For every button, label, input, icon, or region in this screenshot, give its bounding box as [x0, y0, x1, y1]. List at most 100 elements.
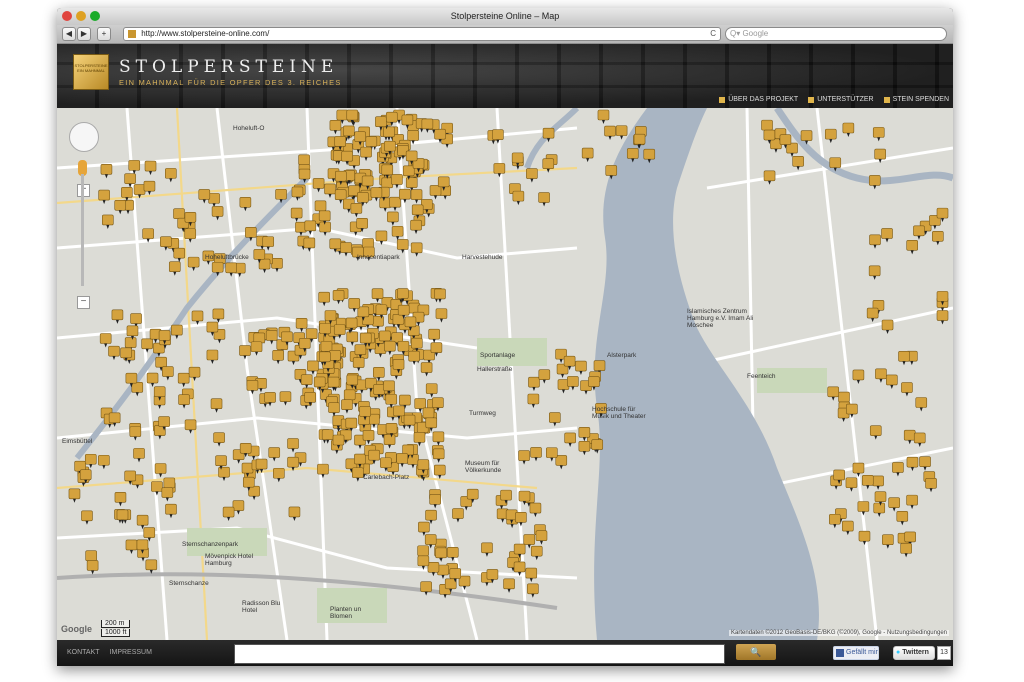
stolperstein-marker[interactable] — [515, 512, 527, 523]
stolperstein-marker[interactable] — [420, 362, 433, 373]
stolperstein-marker[interactable] — [158, 416, 170, 427]
stolperstein-marker[interactable] — [357, 192, 369, 203]
nav-item-about[interactable]: ÜBER DAS PROJEKT — [719, 96, 798, 103]
search-button[interactable]: 🔍 — [736, 644, 776, 660]
stolperstein-marker[interactable] — [184, 228, 197, 240]
stolperstein-marker[interactable] — [141, 338, 153, 350]
stolperstein-marker[interactable] — [341, 150, 353, 162]
stolperstein-marker[interactable] — [332, 289, 345, 301]
stolperstein-marker[interactable] — [396, 453, 408, 464]
stolperstein-marker[interactable] — [866, 307, 879, 319]
stolperstein-marker[interactable] — [936, 207, 949, 219]
stolperstein-marker[interactable] — [187, 256, 200, 268]
stolperstein-marker[interactable] — [381, 177, 394, 189]
stolperstein-marker[interactable] — [334, 189, 347, 201]
stolperstein-marker[interactable] — [868, 175, 881, 186]
stolperstein-marker[interactable] — [133, 448, 145, 459]
stolperstein-marker[interactable] — [846, 403, 858, 415]
stolperstein-marker[interactable] — [335, 170, 347, 182]
forward-button[interactable]: ▶ — [77, 27, 91, 41]
stolperstein-marker[interactable] — [591, 439, 604, 450]
stolperstein-marker[interactable] — [318, 291, 331, 303]
stolperstein-marker[interactable] — [800, 130, 813, 141]
stolperstein-marker[interactable] — [158, 330, 171, 341]
stolperstein-marker[interactable] — [319, 323, 331, 334]
minimize-window-button[interactable] — [76, 11, 86, 21]
stolperstein-marker[interactable] — [380, 457, 392, 469]
stolperstein-marker[interactable] — [160, 236, 172, 248]
stolperstein-marker[interactable] — [354, 453, 366, 465]
stolperstein-marker[interactable] — [124, 337, 137, 348]
stolperstein-marker[interactable] — [575, 360, 587, 372]
stolperstein-marker[interactable] — [466, 488, 479, 500]
stolperstein-marker[interactable] — [421, 118, 434, 130]
stolperstein-marker[interactable] — [492, 129, 504, 140]
stolperstein-marker[interactable] — [829, 157, 842, 168]
stolperstein-marker[interactable] — [526, 168, 538, 179]
stolperstein-marker[interactable] — [413, 432, 426, 443]
stolperstein-marker[interactable] — [295, 317, 308, 329]
stolperstein-marker[interactable] — [188, 366, 201, 378]
stolperstein-marker[interactable] — [410, 219, 422, 231]
stolperstein-marker[interactable] — [763, 129, 776, 141]
stolperstein-marker[interactable] — [352, 467, 364, 479]
stolperstein-marker[interactable] — [346, 374, 359, 386]
stolperstein-marker[interactable] — [384, 340, 396, 352]
browser-search-field[interactable]: Q▾ Google — [725, 27, 947, 41]
stolperstein-marker[interactable] — [265, 330, 278, 341]
stolperstein-marker[interactable] — [452, 508, 464, 519]
stolperstein-marker[interactable] — [433, 464, 446, 476]
stolperstein-marker[interactable] — [239, 443, 252, 454]
stolperstein-marker[interactable] — [429, 494, 441, 505]
stolperstein-marker[interactable] — [906, 494, 918, 506]
stolperstein-marker[interactable] — [128, 160, 141, 171]
stolperstein-marker[interactable] — [125, 539, 138, 551]
stolperstein-marker[interactable] — [392, 314, 405, 325]
stolperstein-marker[interactable] — [881, 228, 893, 239]
stolperstein-marker[interactable] — [173, 208, 185, 219]
stolperstein-marker[interactable] — [845, 477, 858, 489]
footer-link-impressum[interactable]: IMPRESSUM — [110, 649, 152, 656]
stolperstein-marker[interactable] — [329, 120, 342, 131]
stolperstein-marker[interactable] — [111, 309, 124, 321]
stolperstein-marker[interactable] — [578, 427, 591, 438]
stolperstein-marker[interactable] — [615, 125, 628, 136]
stolperstein-marker[interactable] — [437, 176, 450, 188]
stolperstein-marker[interactable] — [208, 193, 220, 204]
stolperstein-marker[interactable] — [383, 380, 395, 392]
stolperstein-marker[interactable] — [425, 383, 438, 394]
stolperstein-marker[interactable] — [279, 391, 292, 402]
stolperstein-marker[interactable] — [833, 469, 845, 481]
stolperstein-marker[interactable] — [305, 328, 318, 339]
stolperstein-marker[interactable] — [332, 434, 345, 446]
stolperstein-marker[interactable] — [298, 168, 311, 180]
stolperstein-marker[interactable] — [535, 530, 548, 542]
stolperstein-marker[interactable] — [375, 304, 388, 316]
stolperstein-marker[interactable] — [379, 330, 391, 342]
stolperstein-marker[interactable] — [399, 188, 411, 200]
stolperstein-marker[interactable] — [396, 288, 409, 299]
stolperstein-marker[interactable] — [298, 154, 310, 166]
stolperstein-marker[interactable] — [345, 417, 358, 429]
stolperstein-marker[interactable] — [290, 207, 303, 219]
stolperstein-marker[interactable] — [915, 397, 928, 408]
stolperstein-marker[interactable] — [396, 239, 409, 250]
stolperstein-marker[interactable] — [239, 197, 252, 208]
stolperstein-marker[interactable] — [546, 447, 558, 458]
stolperstein-marker[interactable] — [425, 417, 438, 429]
stolperstein-marker[interactable] — [432, 431, 445, 443]
stolperstein-marker[interactable] — [165, 503, 177, 515]
stolperstein-marker[interactable] — [861, 475, 874, 486]
stolperstein-marker[interactable] — [392, 359, 405, 370]
stolperstein-marker[interactable] — [399, 394, 411, 406]
stolperstein-marker[interactable] — [581, 147, 594, 159]
stolperstein-marker[interactable] — [154, 463, 167, 474]
stolperstein-marker[interactable] — [869, 425, 882, 436]
stolperstein-marker[interactable] — [410, 189, 423, 200]
stolperstein-marker[interactable] — [324, 183, 336, 195]
facebook-like-button[interactable]: Gefällt mir — [833, 646, 879, 660]
stolperstein-marker[interactable] — [273, 467, 285, 479]
stolperstein-marker[interactable] — [936, 291, 949, 302]
stolperstein-marker[interactable] — [307, 360, 319, 372]
stolperstein-marker[interactable] — [108, 345, 120, 357]
